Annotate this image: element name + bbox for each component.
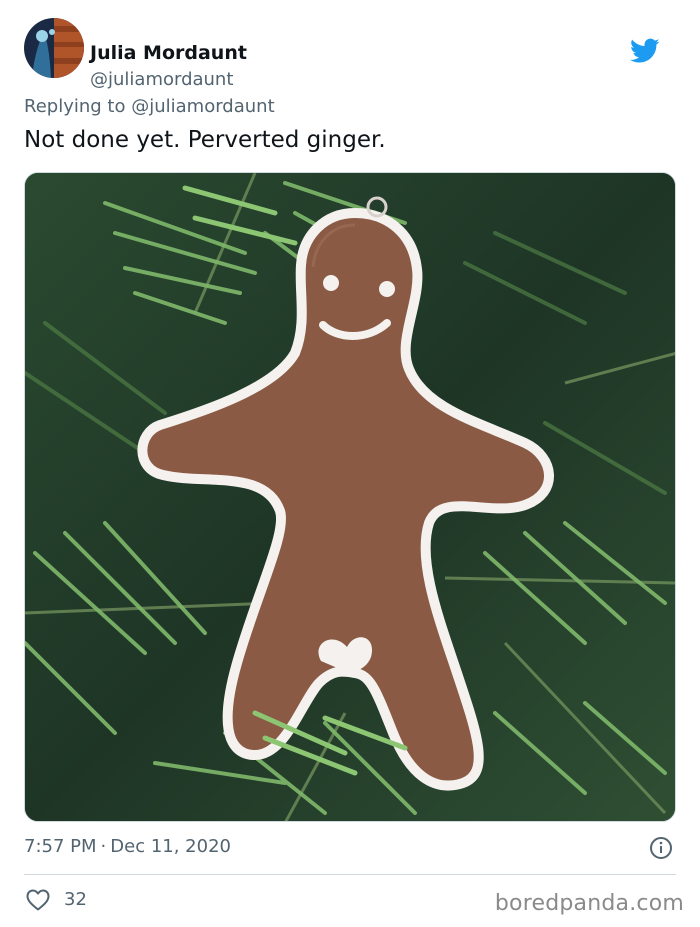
tweet-photo[interactable]	[24, 172, 676, 822]
info-icon[interactable]	[649, 836, 673, 860]
twitter-bird-icon[interactable]	[630, 38, 660, 64]
heart-icon	[26, 889, 50, 911]
tweet-header: Julia Mordaunt @juliamordaunt	[24, 18, 684, 90]
tweet-time: 7:57 PM	[24, 836, 97, 857]
avatar[interactable]	[24, 18, 84, 78]
tweet-timestamp[interactable]: 7:57 PM · Dec 11, 2020	[24, 835, 231, 859]
tweet-date: Dec 11, 2020	[110, 836, 231, 857]
display-name[interactable]: Julia Mordaunt	[90, 41, 247, 65]
reply-mention-link[interactable]: @juliamordaunt	[131, 96, 274, 117]
meta-separator: ·	[100, 836, 107, 857]
reply-context: Replying to @juliamordaunt	[24, 95, 275, 119]
source-watermark: boredpanda.com	[494, 891, 684, 916]
user-handle[interactable]: @juliamordaunt	[90, 68, 233, 92]
like-count: 32	[64, 889, 87, 910]
gingerbread-photo	[25, 173, 675, 821]
tweet-text: Not done yet. Perverted ginger.	[24, 127, 386, 153]
reply-prefix: Replying to	[24, 96, 126, 117]
divider	[24, 874, 676, 875]
